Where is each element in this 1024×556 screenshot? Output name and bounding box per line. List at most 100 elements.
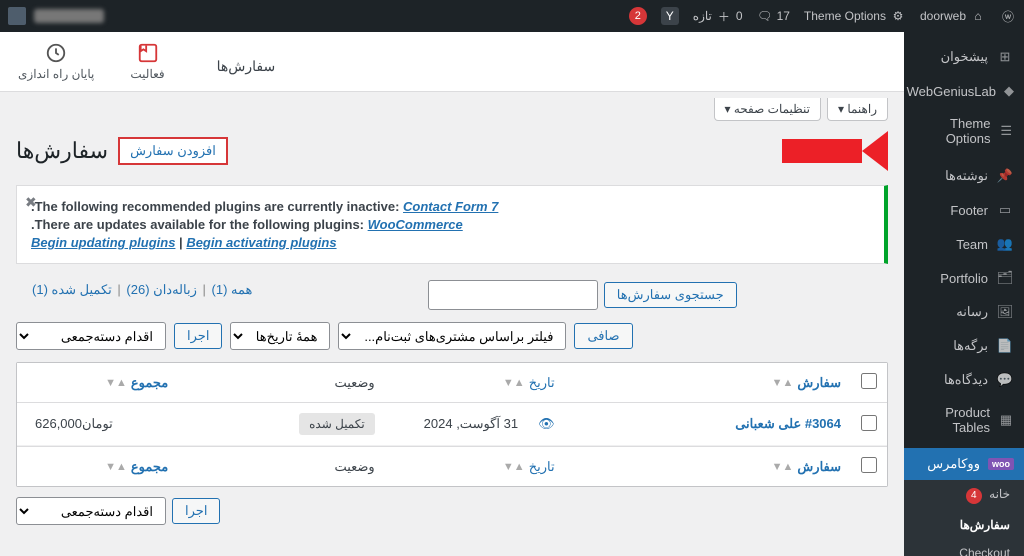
- menu-media[interactable]: 🖼رسانه: [904, 295, 1024, 329]
- apply-bulk-button[interactable]: اجرا: [174, 323, 222, 349]
- col-order-foot[interactable]: سفارش▲▼: [565, 449, 851, 485]
- wg-icon: ◆: [1004, 82, 1014, 100]
- portfolio-icon: 🗂: [996, 269, 1014, 287]
- status-badge: تکمیل شده: [299, 413, 375, 435]
- menu-theme-options[interactable]: ☰Theme Options: [904, 108, 1024, 154]
- wp-logo[interactable]: ⓦ: [1000, 8, 1016, 24]
- submenu-home[interactable]: خانه 4: [904, 480, 1024, 511]
- sort-icon: ▲▼: [105, 377, 127, 389]
- sort-icon: ▲▼: [772, 461, 794, 473]
- new-content-link[interactable]: 0 ＋ تازه: [693, 8, 743, 24]
- bulk-action-select-bottom[interactable]: اقدام دسته‌جمعی: [16, 497, 166, 525]
- order-link[interactable]: #3064 علی شعبانی: [735, 416, 841, 431]
- menu-team[interactable]: 👥Team: [904, 227, 1024, 261]
- order-total: تومان626,000: [17, 406, 178, 442]
- page-title: سفارش‌ها: [16, 138, 108, 164]
- home-badge: 4: [966, 488, 982, 504]
- main-content: سفارش‌ها فعالیت پایان راه اندازی راهنما …: [0, 32, 904, 556]
- comments-link[interactable]: 17 🗨: [757, 8, 790, 24]
- team-icon: 👥: [996, 235, 1014, 253]
- theme-options-link[interactable]: ⚙ Theme Options: [804, 8, 906, 24]
- menu-posts[interactable]: 📌نوشته‌ها: [904, 159, 1024, 193]
- row-checkbox[interactable]: [861, 415, 877, 431]
- table-icon: ▦: [998, 411, 1014, 429]
- admin-bar: ⓦ ⌂ doorweb ⚙ Theme Options 17 🗨 0 ＋ تاز…: [0, 0, 1024, 32]
- submenu-checkout[interactable]: Checkout: [904, 539, 1024, 556]
- comment-icon: 🗨: [757, 8, 773, 24]
- dashboard-icon: ⊞: [996, 48, 1014, 66]
- plugin-notice: ✖ .The following recommended plugins are…: [16, 185, 888, 264]
- date-filter-select[interactable]: همهٔ تاریخ‌ها: [230, 322, 330, 350]
- sliders-icon: ☰: [999, 122, 1015, 140]
- add-order-button[interactable]: افزودن سفارش: [118, 137, 228, 165]
- filter-trash[interactable]: زباله‌دان (26): [126, 282, 197, 297]
- home-icon: ⌂: [970, 8, 986, 24]
- setup-icon: [45, 42, 67, 64]
- site-home-link[interactable]: ⌂ doorweb: [920, 8, 986, 24]
- woo-tabbar: سفارش‌ها فعالیت پایان راه اندازی: [0, 32, 904, 92]
- tab-activity[interactable]: فعالیت: [112, 32, 182, 91]
- media-icon: 🖼: [996, 303, 1014, 321]
- menu-portfolio[interactable]: 🗂Portfolio: [904, 261, 1024, 295]
- table-footer: سفارش▲▼ تاریخ▲▼ وضعیت مجموع▲▼: [17, 446, 887, 486]
- search-orders-button[interactable]: جستجوی سفارش‌ها: [604, 282, 737, 308]
- woo-icon: woo: [988, 458, 1014, 470]
- menu-woocommerce[interactable]: wooووکامرس: [904, 448, 1024, 480]
- pages-icon: 📄: [996, 337, 1014, 355]
- comments-icon: 💬: [996, 371, 1014, 389]
- filter-completed[interactable]: تکمیل شده (1): [32, 282, 112, 297]
- breadcrumb-title: سفارش‌ها: [201, 48, 292, 75]
- col-order[interactable]: سفارش▲▼: [565, 365, 851, 401]
- username-blurred: [34, 9, 104, 23]
- submenu-orders[interactable]: سفارش‌ها: [904, 511, 1024, 539]
- plus-icon: ＋: [716, 8, 732, 24]
- footer-icon: ▭: [996, 201, 1014, 219]
- order-date: 31 آگوست, 2024: [424, 416, 518, 431]
- col-status-foot: وضعیت: [178, 449, 385, 485]
- menu-comments[interactable]: 💬دیدگاه‌ها: [904, 363, 1024, 397]
- orders-table: سفارش▲▼ تاریخ▲▼ وضعیت مجموع▲▼ #3064 علی …: [16, 362, 888, 487]
- pin-icon: 📌: [996, 167, 1014, 185]
- filter-all[interactable]: همه (1): [212, 282, 253, 297]
- col-date[interactable]: تاریخ▲▼: [385, 365, 565, 401]
- menu-footer[interactable]: ▭Footer: [904, 193, 1024, 227]
- woocommerce-submenu: خانه 4 سفارش‌ها Checkout مشتریان: [904, 480, 1024, 556]
- table-row: #3064 علی شعبانی 👁 31 آگوست, 2024 تکمیل ش…: [17, 403, 887, 446]
- site-name: doorweb: [920, 9, 966, 23]
- sort-icon: ▲▼: [772, 377, 794, 389]
- dismiss-notice-button[interactable]: ✖: [25, 194, 37, 211]
- table-header: سفارش▲▼ تاریخ▲▼ وضعیت مجموع▲▼: [17, 363, 887, 403]
- search-orders-input[interactable]: [428, 280, 598, 310]
- menu-pages[interactable]: 📄برگه‌ها: [904, 329, 1024, 363]
- screen-options-tab[interactable]: تنظیمات صفحه ▾: [714, 98, 821, 121]
- bulk-action-select[interactable]: اقدام دسته‌جمعی: [16, 322, 166, 350]
- sort-icon: ▲▼: [503, 461, 525, 473]
- user-account[interactable]: [8, 7, 104, 25]
- select-all-checkbox-bottom[interactable]: [861, 457, 877, 473]
- status-filters: همه (1) | زباله‌دان (26) | تکمیل شده (1): [16, 282, 268, 308]
- sort-icon: ▲▼: [503, 377, 525, 389]
- menu-webgenius[interactable]: ◆WebGeniusLab: [904, 74, 1024, 108]
- filter-button[interactable]: صافی: [574, 323, 632, 349]
- help-tab[interactable]: راهنما ▾: [827, 98, 888, 121]
- select-all-checkbox[interactable]: [861, 373, 877, 389]
- notification-badge[interactable]: 2: [629, 7, 647, 25]
- yoast-icon: Y: [661, 7, 679, 25]
- preview-icon[interactable]: 👁: [538, 416, 555, 431]
- tab-setup[interactable]: پایان راه اندازی: [0, 32, 112, 91]
- link-begin-activating[interactable]: Begin activating plugins: [186, 235, 336, 250]
- col-total[interactable]: مجموع▲▼: [17, 365, 178, 401]
- gear-icon: ⚙: [890, 8, 906, 24]
- yoast-link[interactable]: Y: [661, 7, 679, 25]
- avatar: [8, 7, 26, 25]
- link-woocommerce[interactable]: WooCommerce: [368, 217, 463, 232]
- apply-bulk-button-bottom[interactable]: اجرا: [172, 498, 220, 524]
- col-total-foot[interactable]: مجموع▲▼: [17, 449, 178, 485]
- col-date-foot[interactable]: تاریخ▲▼: [385, 449, 565, 485]
- menu-product-tables[interactable]: ▦Product Tables: [904, 397, 1024, 443]
- menu-dashboard[interactable]: ⊞پیشخوان: [904, 40, 1024, 74]
- customer-filter-select[interactable]: فیلتر براساس مشتری‌های ثبت‌نام...: [338, 322, 566, 350]
- col-status: وضعیت: [178, 365, 385, 401]
- link-begin-updating[interactable]: Begin updating plugins: [31, 235, 175, 250]
- link-contact-form-7[interactable]: Contact Form 7: [403, 199, 498, 214]
